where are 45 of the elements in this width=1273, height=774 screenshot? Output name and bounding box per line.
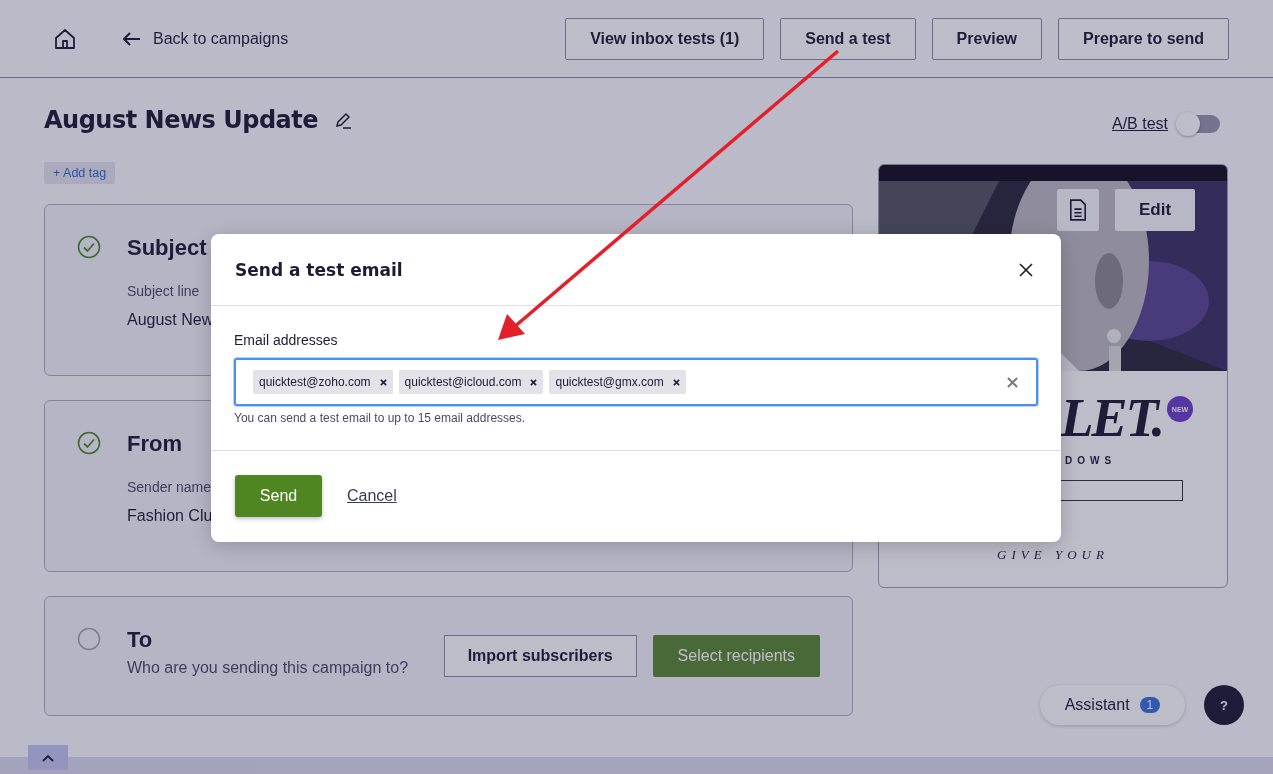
section-title: Subject [127,235,208,261]
header-button[interactable]: Send a test [780,17,916,60]
back-link[interactable]: Back to campaigns [123,29,289,48]
send-button[interactable]: Send [235,475,322,517]
ab-test-toggle[interactable] [1178,114,1220,133]
chevron-up-icon [42,753,54,762]
section-title: To [127,627,154,653]
section-subtitle: Who are you sending this campaign to? [127,659,410,677]
import-button[interactable]: Import subscribers [443,635,637,677]
preview-tagline: GIVE YOUR [996,547,1110,563]
help-button[interactable]: ? [1204,685,1244,725]
arrow-left-icon [123,31,141,46]
close-icon[interactable] [1019,262,1033,277]
chip-text: quicktest@icloud.com [404,375,522,389]
remove-icon[interactable] [672,378,680,386]
home-icon[interactable] [53,26,77,51]
field-label: Subject line [127,283,201,299]
back-link-text[interactable]: Back to campaigns [153,29,289,48]
remove-icon[interactable] [379,378,387,386]
preview-subline: DOWS [1064,455,1118,466]
edit-button[interactable]: Edit [1115,189,1195,231]
document-button[interactable] [1057,189,1099,231]
section-title: From [127,431,183,457]
modal-title: Send a test email [235,259,403,280]
field-label: Email addresses [234,332,339,348]
pencil-icon[interactable] [334,111,352,129]
chip-text: quicktest@zoho.com [259,375,371,389]
cancel-link[interactable]: Cancel [347,487,397,505]
ab-test-link[interactable]: A/B test [1111,114,1168,133]
header-button[interactable]: Preview [931,17,1043,60]
expand-button[interactable] [28,745,68,770]
count-badge: 1 [1139,697,1161,713]
remove-icon[interactable] [530,378,538,386]
preview-headline: LET. [1060,387,1163,449]
campaign-title: August News Update [44,106,318,134]
header-button[interactable]: View inbox tests (1) [565,17,765,60]
email-input-field[interactable]: quicktest@zoho.com quicktest@icloud.com quicktest@gmx.com [234,358,1038,406]
assistant-button[interactable]: Assistant 1 [1040,685,1185,725]
assistant-label[interactable]: Assistant [1064,696,1130,714]
document-icon [1069,199,1087,221]
hint-text: You can send a test email to up to 15 email addresses. [234,411,527,425]
chip-text: quicktest@gmx.com [555,375,664,389]
header-button[interactable]: Prepare to send [1058,17,1229,60]
clear-icon[interactable] [1007,376,1018,388]
field-value: Fashion Clu [127,507,214,525]
